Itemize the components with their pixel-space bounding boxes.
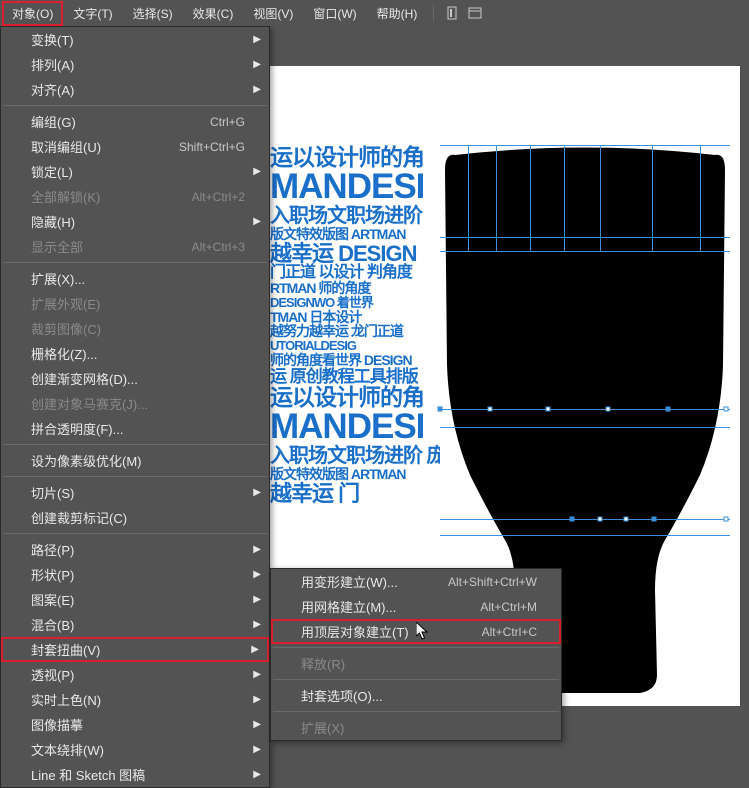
panel-icon[interactable]: [466, 4, 484, 22]
submenu-arrow-icon: ▶: [253, 59, 261, 70]
design-text-line: 运以设计师的角: [270, 145, 440, 169]
design-text-line: 入职场文职场进阶 庞: [270, 446, 440, 467]
doc-icon[interactable]: [444, 4, 462, 22]
design-text-line: 版文特效版图 ARTMAN: [270, 227, 440, 242]
submenu-item[interactable]: 用变形建立(W)...Alt+Shift+Ctrl+W: [271, 569, 561, 594]
submenu-arrow-icon: ▶: [253, 694, 261, 705]
design-text-line: 越幸运 门: [270, 482, 440, 505]
submenu-arrow-icon: ▶: [253, 487, 261, 498]
design-text-line: MANDESI: [270, 169, 440, 206]
menu-help[interactable]: 帮助(H): [367, 1, 428, 26]
menu-item: 显示全部Alt+Ctrl+3: [1, 234, 269, 259]
mouse-cursor-icon: [416, 622, 430, 645]
submenu-item[interactable]: 用网格建立(M)...Alt+Ctrl+M: [271, 594, 561, 619]
menu-item: 创建对象马赛克(J)...: [1, 391, 269, 416]
submenu-arrow-icon: ▶: [253, 569, 261, 580]
design-text-line: RTMAN 师的角度: [270, 281, 440, 296]
design-text-line: 运以设计师的角: [270, 385, 440, 409]
menubar-icons: [444, 4, 484, 22]
design-text-line: TMAN 日本设计: [270, 310, 440, 325]
menu-item[interactable]: 对齐(A)▶: [1, 77, 269, 102]
menubar: 对象(O) 文字(T) 选择(S) 效果(C) 视图(V) 窗口(W) 帮助(H…: [0, 0, 749, 26]
envelope-distort-submenu: 用变形建立(W)...Alt+Shift+Ctrl+W用网格建立(M)...Al…: [270, 568, 562, 741]
submenu-arrow-icon: ▶: [253, 719, 261, 730]
design-text-line: 越幸运 DESIGN: [270, 242, 440, 265]
menu-item[interactable]: 实时上色(N)▶: [1, 687, 269, 712]
menu-item[interactable]: 透视(P)▶: [1, 662, 269, 687]
menu-effect[interactable]: 效果(C): [183, 1, 244, 26]
design-text-line: MANDESI: [270, 409, 440, 446]
menu-item[interactable]: 路径(P)▶: [1, 537, 269, 562]
menu-item[interactable]: Line 和 Sketch 图稿▶: [1, 762, 269, 787]
design-text-line: 入职场文职场进阶: [270, 206, 440, 227]
menu-item[interactable]: 扩展(X)...: [1, 266, 269, 291]
design-text-line: 运 原创教程工具排版: [270, 368, 440, 386]
menu-item[interactable]: 栅格化(Z)...: [1, 341, 269, 366]
submenu-arrow-icon: ▶: [253, 166, 261, 177]
menu-item[interactable]: 锁定(L)▶: [1, 159, 269, 184]
menu-item[interactable]: 混合(B)▶: [1, 612, 269, 637]
menu-type[interactable]: 文字(T): [63, 1, 122, 26]
menu-item[interactable]: 形状(P)▶: [1, 562, 269, 587]
menu-select[interactable]: 选择(S): [123, 1, 183, 26]
submenu-arrow-icon: ▶: [253, 216, 261, 227]
menu-item[interactable]: 变换(T)▶: [1, 27, 269, 52]
menu-item: 全部解锁(K)Alt+Ctrl+2: [1, 184, 269, 209]
design-text-line: 门正道 以设计 判角度: [270, 265, 440, 282]
submenu-arrow-icon: ▶: [253, 84, 261, 95]
menubar-divider: [433, 5, 434, 21]
submenu-arrow-icon: ▶: [253, 619, 261, 630]
menu-item[interactable]: 封套扭曲(V)▶: [1, 637, 269, 662]
menu-item[interactable]: 拼合透明度(F)...: [1, 416, 269, 441]
menu-item[interactable]: 图案(E)▶: [1, 587, 269, 612]
menu-item[interactable]: 创建裁剪标记(C): [1, 505, 269, 530]
menu-item: 扩展外观(E): [1, 291, 269, 316]
text-design-block[interactable]: 运以设计师的角MANDESI入职场文职场进阶版文特效版图 ARTMAN越幸运 D…: [270, 145, 440, 585]
menu-item: 裁剪图像(C): [1, 316, 269, 341]
menu-item[interactable]: 设为像素级优化(M): [1, 448, 269, 473]
menu-object[interactable]: 对象(O): [2, 1, 63, 26]
menu-item[interactable]: 切片(S)▶: [1, 480, 269, 505]
menu-item[interactable]: 取消编组(U)Shift+Ctrl+G: [1, 134, 269, 159]
menu-item[interactable]: 隐藏(H)▶: [1, 209, 269, 234]
design-text-line: UTORIALDESIG: [270, 339, 440, 353]
submenu-arrow-icon: ▶: [253, 594, 261, 605]
menu-view[interactable]: 视图(V): [243, 1, 303, 26]
submenu-arrow-icon: ▶: [253, 34, 261, 45]
design-text-line: 越努力越幸运 龙门正道: [270, 324, 440, 339]
submenu-item[interactable]: 封套选项(O)...: [271, 683, 561, 708]
menu-window[interactable]: 窗口(W): [303, 1, 366, 26]
design-text-line: DESIGNWO 着世界: [270, 296, 440, 310]
submenu-arrow-icon: ▶: [251, 644, 259, 655]
submenu-arrow-icon: ▶: [253, 669, 261, 680]
menu-item[interactable]: 创建渐变网格(D)...: [1, 366, 269, 391]
design-text-line: 版文特效版图 ARTMAN: [270, 467, 440, 482]
submenu-arrow-icon: ▶: [253, 769, 261, 780]
submenu-item: 扩展(X): [271, 715, 561, 740]
submenu-arrow-icon: ▶: [253, 744, 261, 755]
submenu-arrow-icon: ▶: [253, 544, 261, 555]
menu-item[interactable]: 文本绕排(W)▶: [1, 737, 269, 762]
menu-item[interactable]: 排列(A)▶: [1, 52, 269, 77]
submenu-item: 释放(R): [271, 651, 561, 676]
design-text-line: 师的角度看世界 DESIGN: [270, 353, 440, 368]
menu-item[interactable]: 编组(G)Ctrl+G: [1, 109, 269, 134]
object-menu-dropdown: 变换(T)▶排列(A)▶对齐(A)▶ 编组(G)Ctrl+G取消编组(U)Shif…: [0, 26, 270, 788]
menu-item[interactable]: 图像描摹▶: [1, 712, 269, 737]
